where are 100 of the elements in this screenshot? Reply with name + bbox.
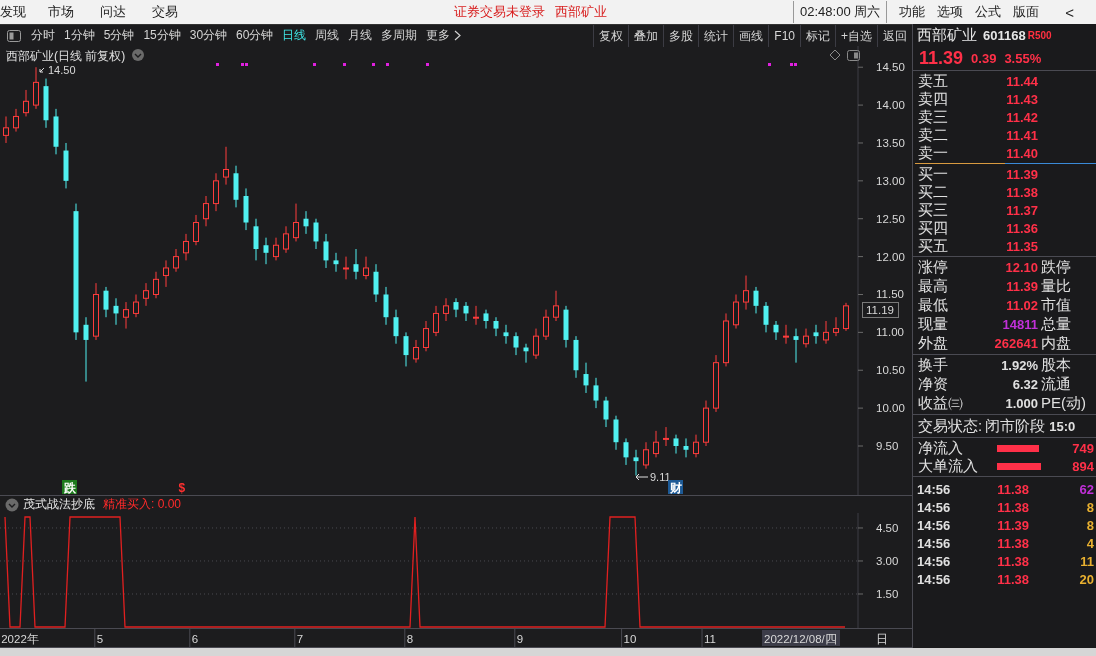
candlestick xyxy=(23,89,29,117)
candlestick xyxy=(833,316,839,337)
ask-label: 卖一 xyxy=(917,143,949,163)
stat-label: 市值 xyxy=(1040,296,1071,315)
bid-price: 11.35 xyxy=(1005,238,1038,254)
tick-volume: 20 xyxy=(1079,571,1095,587)
leader-line xyxy=(39,67,45,73)
period-tab[interactable]: 多周期 xyxy=(381,27,418,44)
period-tab[interactable]: 分时 xyxy=(31,27,55,44)
axis-label: 11.50 xyxy=(876,288,904,301)
period-tab[interactable]: 5分钟 xyxy=(103,27,135,44)
axis-label: 2022年 xyxy=(1,633,39,645)
flow-label: 净流入 xyxy=(917,438,964,458)
candlestick xyxy=(153,271,159,299)
menu-item[interactable]: 选项 xyxy=(937,3,964,21)
tick-volume: 62 xyxy=(1079,481,1095,497)
stock-code: 601168 xyxy=(983,27,1026,43)
menu-item[interactable]: 发现 xyxy=(0,3,26,21)
ask-price: 11.42 xyxy=(1005,109,1038,125)
ask-price: 11.40 xyxy=(1005,145,1038,161)
candlestick xyxy=(163,259,169,288)
candlestick xyxy=(423,320,429,352)
tick-volume: 8 xyxy=(1086,517,1095,533)
toolbar-button[interactable]: F10 xyxy=(768,24,800,47)
stat-label: 现量 xyxy=(917,315,949,334)
menu-item[interactable]: 版面 xyxy=(1013,3,1040,21)
candlestick xyxy=(593,377,599,409)
percent-change: 3.55% xyxy=(1004,50,1042,66)
period-tab[interactable]: 15分钟 xyxy=(143,27,181,44)
toolbar-button[interactable]: 复权 xyxy=(593,24,629,47)
tick-price: 11.38 xyxy=(996,481,1029,497)
candlestick xyxy=(463,301,469,322)
diamond-icon xyxy=(829,49,841,61)
toolbar-button[interactable]: 叠加 xyxy=(628,24,664,47)
candlestick xyxy=(633,449,639,477)
tick-time: 14:56 xyxy=(916,535,952,551)
chevron-right-icon xyxy=(454,30,462,41)
menu-item[interactable]: 功能 xyxy=(899,3,926,21)
indicator-reading: 精准买入: 0.00 xyxy=(103,496,182,513)
candlestick xyxy=(383,286,389,326)
panel-toggle-icon[interactable] xyxy=(7,29,21,42)
login-notice: 证券交易未登录 xyxy=(454,3,545,21)
ask-label: 卖三 xyxy=(917,107,949,127)
candlestick xyxy=(253,218,259,261)
axis-label: 12.00 xyxy=(876,250,905,263)
axis-label: 11.00 xyxy=(876,326,904,339)
axis-label: 9.50 xyxy=(876,440,899,452)
period-label: 日 xyxy=(876,633,888,645)
period-tab[interactable]: 60分钟 xyxy=(236,27,274,44)
tick-volume: 11 xyxy=(1080,553,1095,569)
menu-item[interactable]: 问达 xyxy=(100,3,126,21)
period-tab[interactable]: 周线 xyxy=(315,27,340,44)
candlestick xyxy=(513,331,519,356)
period-tab[interactable]: 30分钟 xyxy=(189,27,228,44)
candlestick xyxy=(83,316,89,383)
event-badge: 跌 xyxy=(62,480,77,495)
stat-value: 11.02 xyxy=(1005,298,1038,313)
axis-label: 12.50 xyxy=(876,212,905,225)
toolbar-button[interactable]: 统计 xyxy=(698,24,734,47)
menu-item[interactable]: 公式 xyxy=(975,3,1002,21)
candlestick xyxy=(393,309,399,345)
margin-label: R500 xyxy=(1027,29,1052,41)
menu-item[interactable]: 交易 xyxy=(152,3,178,21)
stat-label: 内盘 xyxy=(1040,334,1071,353)
axis-label: 7 xyxy=(296,633,304,645)
axis-label: 14.50 xyxy=(876,61,905,74)
axis-label: 13.00 xyxy=(876,174,905,187)
period-tab[interactable]: 日线 xyxy=(282,27,307,44)
candlestick xyxy=(413,339,419,364)
stat-label: 收益㈢ xyxy=(917,394,964,413)
candlestick xyxy=(533,328,539,360)
tick-time: 14:56 xyxy=(916,499,952,515)
candlestick xyxy=(753,286,759,314)
stock-link[interactable]: 西部矿业 xyxy=(555,3,607,21)
status-label: 交易状态: xyxy=(918,416,983,436)
candlestick xyxy=(313,218,319,250)
period-tab[interactable]: 月线 xyxy=(348,27,373,44)
period-tab[interactable]: 1分钟 xyxy=(64,27,95,44)
stat-label: 股本 xyxy=(1040,356,1071,375)
low-price-label: 9.11 xyxy=(650,471,671,483)
candlestick xyxy=(803,328,809,349)
toolbar-button[interactable]: 画线 xyxy=(733,24,769,47)
candlestick xyxy=(443,297,449,322)
candlestick xyxy=(353,248,359,280)
candlestick xyxy=(113,297,119,326)
toolbar-button[interactable]: 标记 xyxy=(800,24,835,47)
menu-item[interactable]: 市场 xyxy=(48,3,74,21)
back-button[interactable]: < xyxy=(1065,3,1074,21)
dropdown-icon[interactable] xyxy=(5,497,19,512)
ask-label: 卖五 xyxy=(917,71,949,91)
stat-label: 跌停 xyxy=(1040,258,1071,277)
indicator-name: 茂式战法抄底 xyxy=(23,496,95,513)
period-tab[interactable]: 更多 xyxy=(426,27,451,44)
axis-label: 6 xyxy=(191,633,199,645)
toolbar-button[interactable]: 多股 xyxy=(663,24,699,47)
chart-title: 西部矿业(日线 前复权) xyxy=(6,49,126,63)
axis-label: 11 xyxy=(704,633,716,645)
bid-label: 买二 xyxy=(917,182,949,202)
toolbar-button[interactable]: +自选 xyxy=(835,24,877,47)
axis-label: 3.00 xyxy=(876,555,899,567)
